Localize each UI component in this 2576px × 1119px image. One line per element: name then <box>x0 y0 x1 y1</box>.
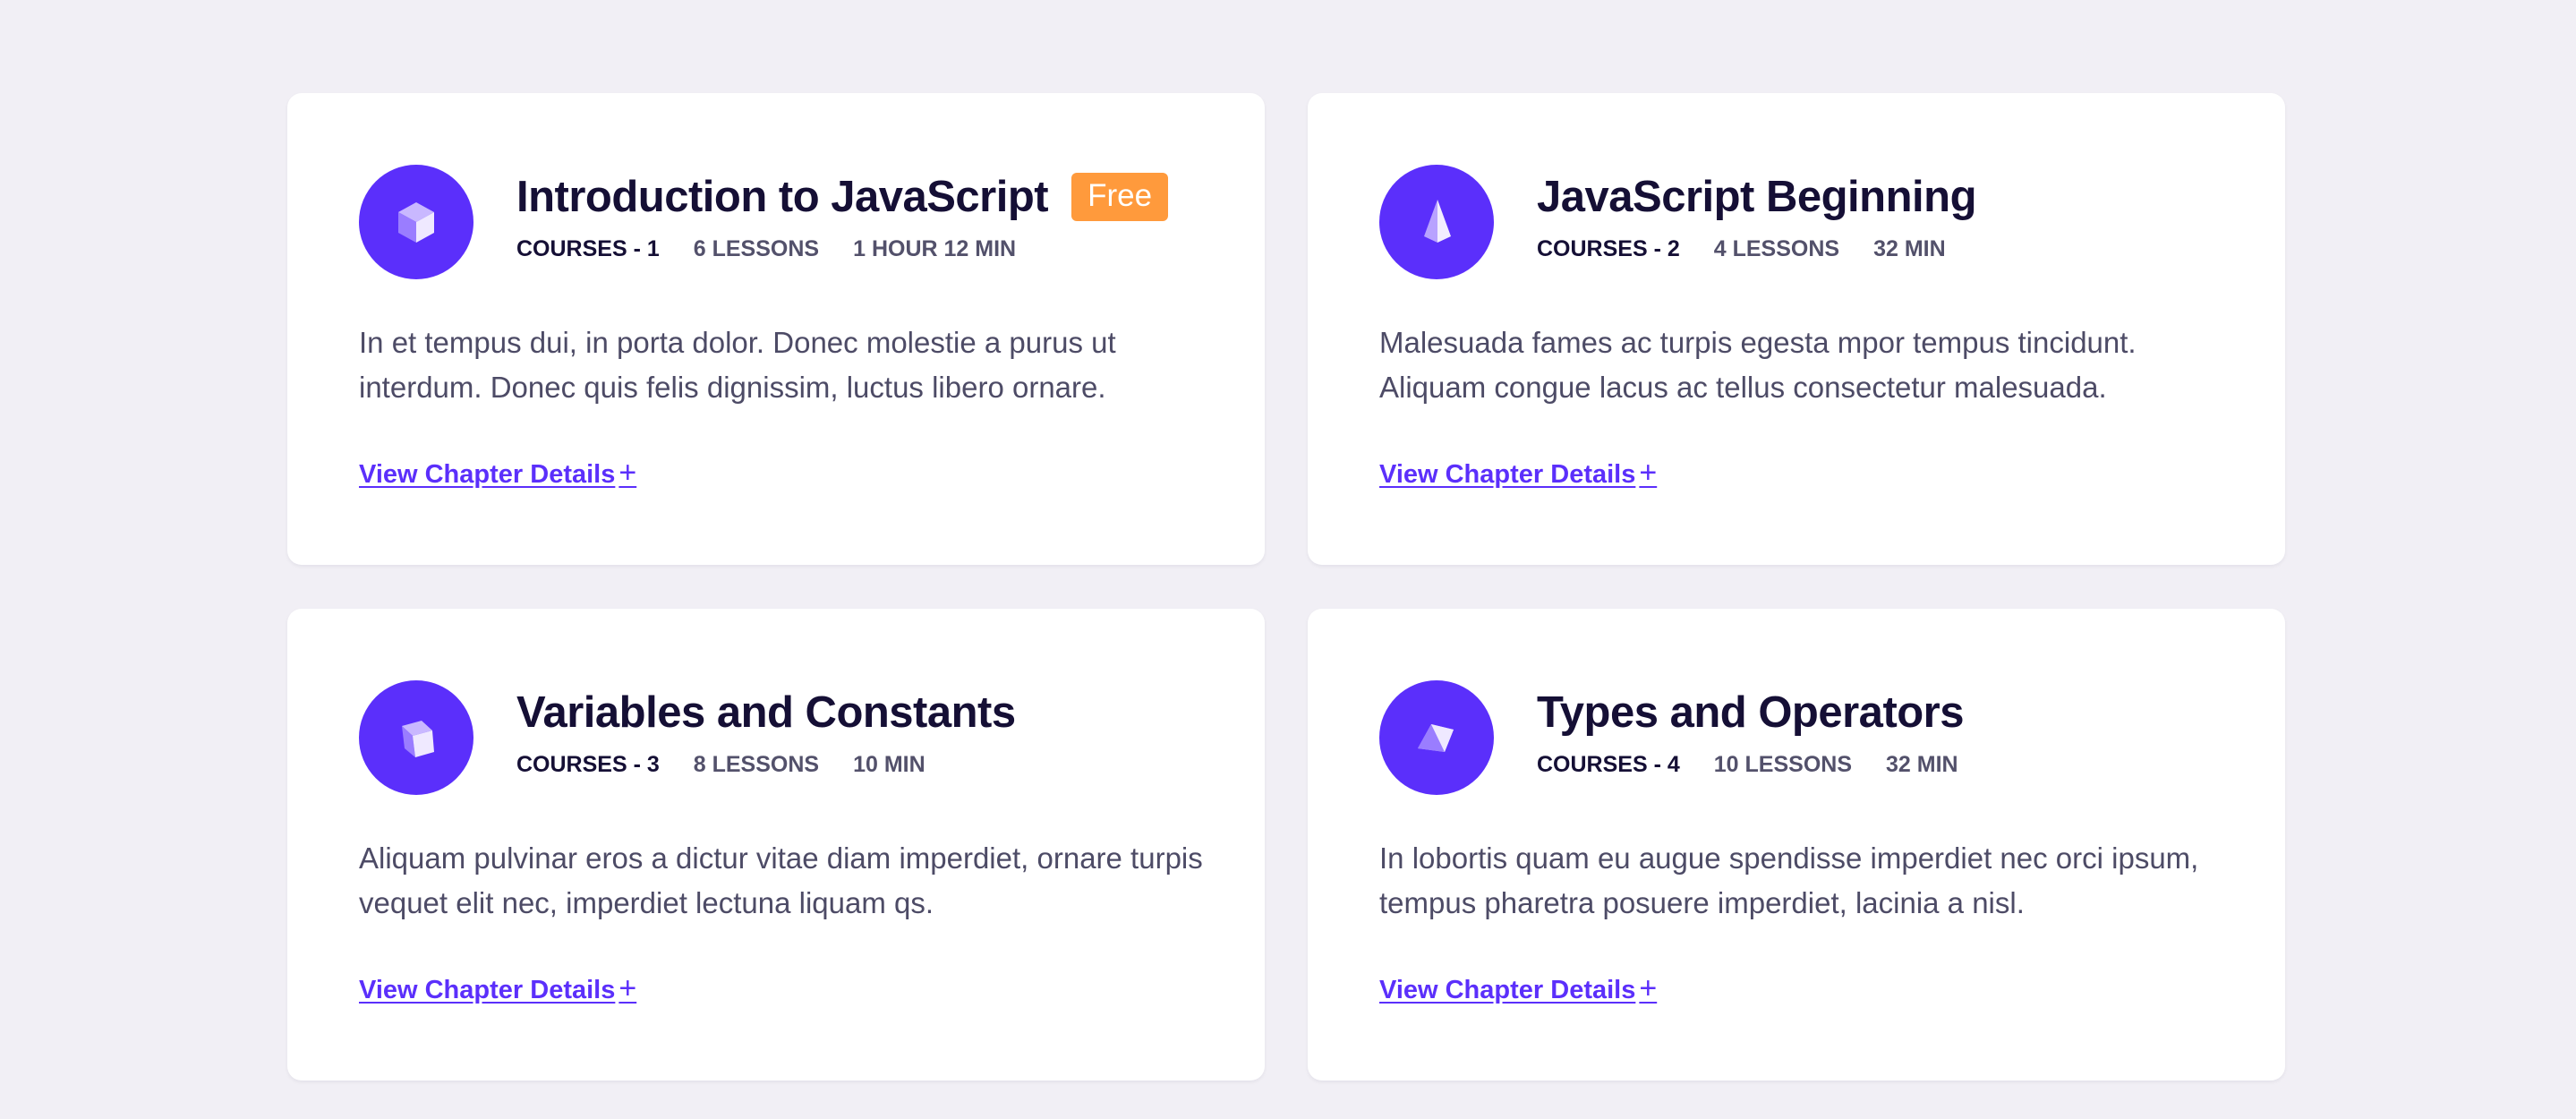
course-card: JavaScript Beginning COURSES - 2 4 LESSO… <box>1308 93 2285 565</box>
course-duration: 32 MIN <box>1873 236 1946 261</box>
course-description: In et tempus dui, in porta dolor. Donec … <box>359 326 1116 404</box>
plus-icon: + <box>1639 971 1658 1005</box>
course-description: Aliquam pulvinar eros a dictur vitae dia… <box>359 841 1203 919</box>
view-chapter-details-link[interactable]: View Chapter Details + <box>359 970 636 1008</box>
card-header: Introduction to JavaScript Free <box>516 168 1169 226</box>
cube-icon <box>359 165 473 279</box>
course-meta: COURSES - 3 8 LESSONS 10 MIN <box>516 750 925 779</box>
course-duration: 1 HOUR 12 MIN <box>853 236 1017 261</box>
free-badge: Free <box>1071 173 1169 221</box>
course-title: Variables and Constants <box>516 688 1016 737</box>
lesson-count: 6 LESSONS <box>693 236 820 261</box>
plus-icon: + <box>1639 456 1658 490</box>
course-meta: COURSES - 2 4 LESSONS 32 MIN <box>1537 235 1946 263</box>
course-title: Types and Operators <box>1537 688 1965 737</box>
course-duration: 10 MIN <box>853 752 925 777</box>
tilted-cube-icon <box>359 680 473 795</box>
course-meta: COURSES - 4 10 LESSONS 32 MIN <box>1537 750 1958 779</box>
lesson-count: 4 LESSONS <box>1713 236 1840 261</box>
course-card: Introduction to JavaScript Free COURSES … <box>287 93 1265 565</box>
course-card: Variables and Constants COURSES - 3 8 LE… <box>287 609 1265 1081</box>
course-number: COURSES - 3 <box>516 752 660 777</box>
course-card: Types and Operators COURSES - 4 10 LESSO… <box>1308 609 2285 1081</box>
view-chapter-details-link[interactable]: View Chapter Details + <box>1379 455 1657 492</box>
view-chapter-details-link[interactable]: View Chapter Details + <box>359 455 636 492</box>
course-number: COURSES - 2 <box>1537 236 1680 261</box>
view-chapter-details-link[interactable]: View Chapter Details + <box>1379 970 1657 1008</box>
card-header: JavaScript Beginning <box>1537 168 1977 226</box>
course-description: Malesuada fames ac turpis egesta mpor te… <box>1379 326 2137 404</box>
course-grid: Introduction to JavaScript Free COURSES … <box>287 93 2285 1081</box>
lesson-count: 8 LESSONS <box>693 752 820 777</box>
course-title: JavaScript Beginning <box>1537 173 1977 221</box>
link-label: View Chapter Details <box>1379 460 1636 489</box>
course-title: Introduction to JavaScript <box>516 173 1049 221</box>
link-label: View Chapter Details <box>359 460 616 489</box>
course-number: COURSES - 4 <box>1537 752 1680 777</box>
plus-icon: + <box>618 456 637 490</box>
course-duration: 32 MIN <box>1886 752 1958 777</box>
course-meta: COURSES - 1 6 LESSONS 1 HOUR 12 MIN <box>516 235 1016 263</box>
course-number: COURSES - 1 <box>516 236 660 261</box>
link-label: View Chapter Details <box>1379 976 1636 1004</box>
plus-icon: + <box>618 971 637 1005</box>
card-header: Types and Operators <box>1537 684 1965 741</box>
course-description: In lobortis quam eu augue spendisse impe… <box>1379 841 2199 919</box>
link-label: View Chapter Details <box>359 976 616 1004</box>
card-header: Variables and Constants <box>516 684 1016 741</box>
lesson-count: 10 LESSONS <box>1713 752 1852 777</box>
prism-icon <box>1379 680 1494 795</box>
pyramid-icon <box>1379 165 1494 279</box>
